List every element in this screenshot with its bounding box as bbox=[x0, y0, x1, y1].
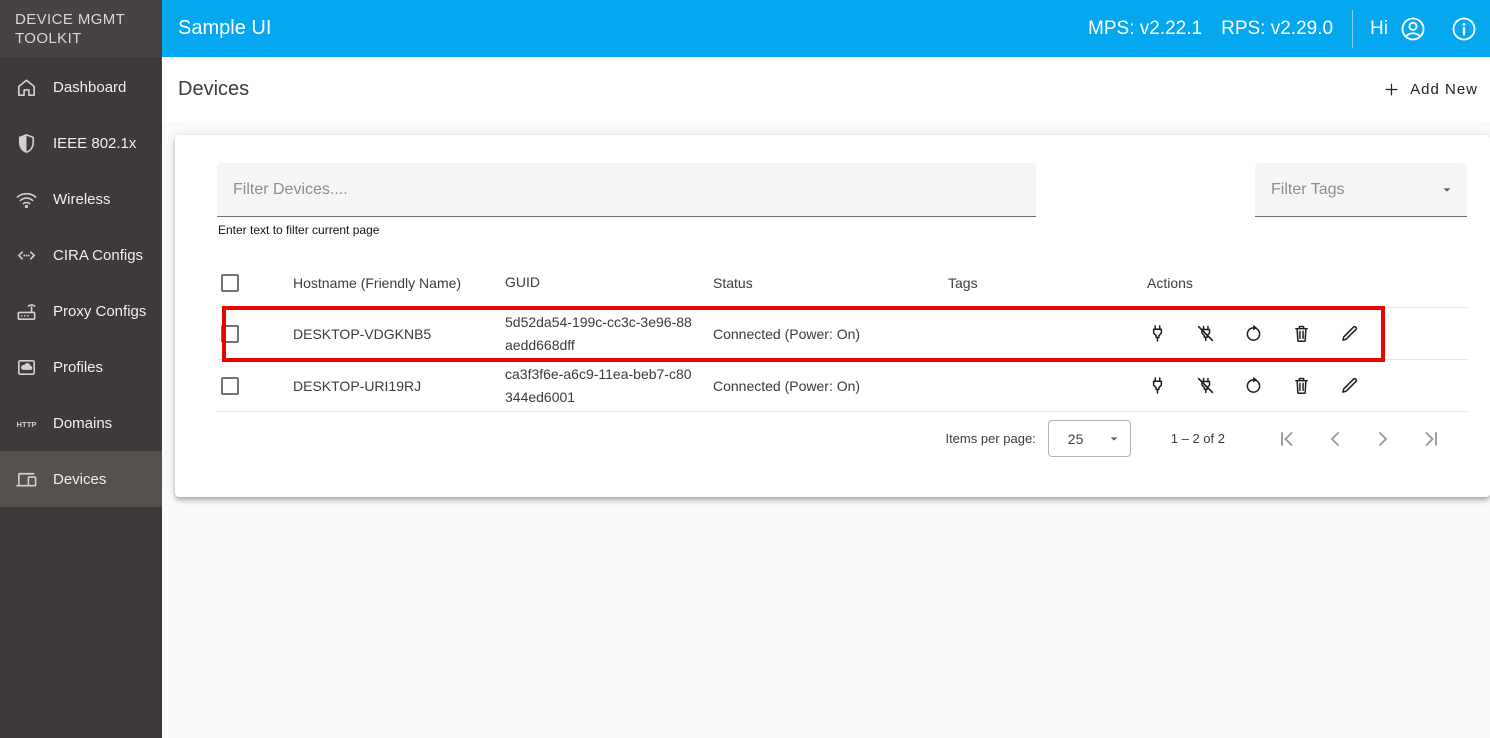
home-icon bbox=[15, 76, 38, 99]
connect-power-icon[interactable] bbox=[1147, 375, 1168, 396]
paginator-nav bbox=[1275, 427, 1443, 451]
sidebar-item-label: Domains bbox=[53, 415, 112, 432]
sidebar-item-label: Dashboard bbox=[53, 79, 126, 96]
delete-icon[interactable] bbox=[1291, 375, 1312, 396]
column-header: Hostname (Friendly Name) bbox=[293, 275, 505, 291]
hostname-cell: DESKTOP-VDGKNB5 bbox=[293, 326, 505, 342]
column-header: Tags bbox=[948, 275, 1133, 291]
row-checkbox[interactable] bbox=[221, 325, 239, 343]
last-page-icon[interactable] bbox=[1419, 427, 1443, 451]
sidebar-item-devices[interactable]: Devices bbox=[0, 451, 162, 507]
topbar-divider bbox=[1352, 10, 1353, 48]
connect-power-icon[interactable] bbox=[1147, 323, 1168, 344]
devices-card: Filter Tags Enter text to filter current… bbox=[175, 135, 1490, 497]
app-title: Sample UI bbox=[178, 17, 271, 40]
next-page-icon[interactable] bbox=[1371, 427, 1395, 451]
devices-table: Hostname (Friendly Name)GUIDStatusTagsAc… bbox=[217, 258, 1467, 412]
paginator: Items per page: 25 1 – 2 of 2 bbox=[217, 412, 1467, 465]
edit-icon[interactable] bbox=[1339, 323, 1360, 344]
sidebar-item-proxy-configs[interactable]: Proxy Configs bbox=[0, 283, 162, 339]
account-circle-icon[interactable] bbox=[1399, 15, 1427, 43]
chevron-down-icon bbox=[1106, 431, 1122, 447]
add-new-button[interactable]: Add New bbox=[1381, 75, 1480, 104]
first-page-icon[interactable] bbox=[1275, 427, 1299, 451]
app-logo: DEVICE MGMT TOOLKIT bbox=[0, 0, 162, 57]
content-area: Filter Tags Enter text to filter current… bbox=[162, 122, 1490, 738]
tags-filter-label: Filter Tags bbox=[1271, 181, 1345, 199]
header-checkbox-cell bbox=[217, 274, 293, 292]
device-filter-field bbox=[217, 163, 1036, 217]
column-header: Status bbox=[713, 275, 948, 291]
filter-row: Filter Tags bbox=[217, 163, 1467, 217]
device-row: DESKTOP-URI19RJca3f3f6e-a6c9-11ea-beb7-c… bbox=[217, 360, 1467, 412]
items-per-page-value: 25 bbox=[1068, 431, 1084, 447]
page-range-label: 1 – 2 of 2 bbox=[1171, 431, 1225, 446]
sidebar-item-dashboard[interactable]: Dashboard bbox=[0, 59, 162, 115]
add-new-label: Add New bbox=[1410, 81, 1478, 98]
status-cell: Connected (Power: On) bbox=[713, 326, 948, 342]
guid-cell: 5d52da54-199c-cc3c-3e96-88aedd668dff bbox=[505, 311, 713, 357]
reset-icon[interactable] bbox=[1243, 375, 1264, 396]
items-per-page-label: Items per page: bbox=[945, 431, 1035, 446]
filter-hint: Enter text to filter current page bbox=[218, 223, 1467, 237]
row-checkbox-cell bbox=[217, 325, 293, 343]
disconnect-power-icon[interactable] bbox=[1195, 323, 1216, 344]
topbar: Sample UI MPS: v2.22.1 RPS: v2.29.0 Hi bbox=[162, 0, 1490, 57]
device-row: DESKTOP-VDGKNB55d52da54-199c-cc3c-3e96-8… bbox=[217, 308, 1467, 360]
info-icon[interactable] bbox=[1450, 15, 1478, 43]
plus-icon bbox=[1383, 81, 1400, 98]
sidebar-nav: Dashboard IEEE 802.1x Wireless CIRA Configs… bbox=[0, 57, 162, 507]
reset-icon[interactable] bbox=[1243, 323, 1264, 344]
router-icon bbox=[15, 300, 38, 323]
page-header: Devices Add New bbox=[162, 57, 1490, 122]
rps-version-label: RPS: v2.29.0 bbox=[1221, 18, 1333, 40]
sidebar-item-cira-configs[interactable]: CIRA Configs bbox=[0, 227, 162, 283]
column-header: GUID bbox=[505, 271, 713, 294]
sidebar-item-ieee-802-1x[interactable]: IEEE 802.1x bbox=[0, 115, 162, 171]
actions-cell bbox=[1133, 323, 1467, 344]
delete-icon[interactable] bbox=[1291, 323, 1312, 344]
device-filter-input[interactable] bbox=[233, 181, 1020, 199]
items-per-page-select[interactable]: 25 bbox=[1048, 420, 1131, 457]
app-logo-text: DEVICE MGMT TOOLKIT bbox=[15, 11, 125, 47]
sidebar-item-label: Profiles bbox=[53, 359, 103, 376]
select-all-checkbox[interactable] bbox=[221, 274, 239, 292]
edit-icon[interactable] bbox=[1339, 375, 1360, 396]
image-icon bbox=[15, 356, 38, 379]
status-cell: Connected (Power: On) bbox=[713, 378, 948, 394]
guid-cell: ca3f3f6e-a6c9-11ea-beb7-c80344ed6001 bbox=[505, 363, 713, 409]
chevron-down-icon bbox=[1439, 182, 1455, 198]
topbar-right: MPS: v2.22.1 RPS: v2.29.0 Hi bbox=[1069, 10, 1478, 48]
sidebar: DEVICE MGMT TOOLKIT Dashboard IEEE 802.1x… bbox=[0, 0, 162, 738]
previous-page-icon[interactable] bbox=[1323, 427, 1347, 451]
wifi-icon bbox=[15, 188, 38, 211]
tags-filter-dropdown[interactable]: Filter Tags bbox=[1255, 163, 1467, 217]
sidebar-item-domains[interactable]: HTTP Domains bbox=[0, 395, 162, 451]
hostname-cell: DESKTOP-URI19RJ bbox=[293, 378, 505, 394]
http-icon: HTTP bbox=[15, 412, 38, 435]
table-header-row: Hostname (Friendly Name)GUIDStatusTagsAc… bbox=[217, 258, 1467, 308]
row-checkbox[interactable] bbox=[221, 377, 239, 395]
sidebar-item-profiles[interactable]: Profiles bbox=[0, 339, 162, 395]
mps-version-label: MPS: v2.22.1 bbox=[1088, 18, 1202, 40]
actions-cell bbox=[1133, 375, 1467, 396]
page-title: Devices bbox=[178, 78, 249, 101]
sidebar-item-label: Proxy Configs bbox=[53, 303, 146, 320]
sidebar-item-label: Wireless bbox=[53, 191, 111, 208]
ethernet-code-icon bbox=[15, 244, 38, 267]
sidebar-item-label: IEEE 802.1x bbox=[53, 135, 136, 152]
svg-text:HTTP: HTTP bbox=[17, 419, 37, 428]
sidebar-item-wireless[interactable]: Wireless bbox=[0, 171, 162, 227]
column-header: Actions bbox=[1133, 275, 1467, 291]
sidebar-item-label: Devices bbox=[53, 471, 106, 488]
greeting-label: Hi bbox=[1370, 18, 1388, 40]
disconnect-power-icon[interactable] bbox=[1195, 375, 1216, 396]
devices-icon bbox=[15, 468, 38, 491]
shield-icon bbox=[15, 132, 38, 155]
sidebar-item-label: CIRA Configs bbox=[53, 247, 143, 264]
row-checkbox-cell bbox=[217, 377, 293, 395]
